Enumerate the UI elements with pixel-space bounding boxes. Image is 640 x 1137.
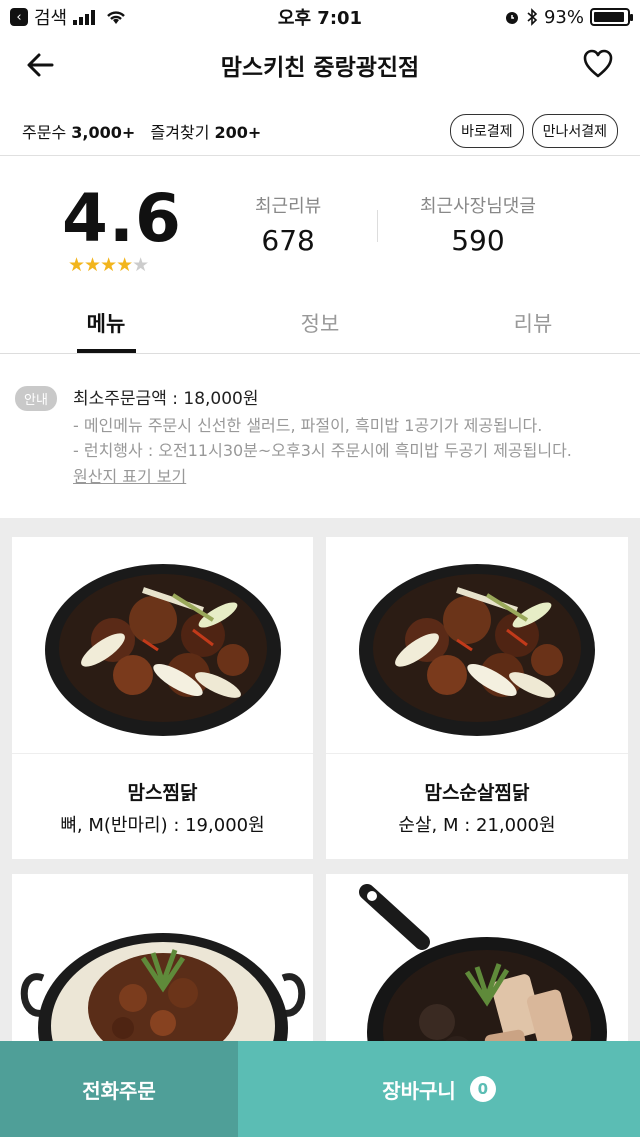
store-notice: 안내 최소주문금액 : 18,000원 - 메인메뉴 주문시 신선한 샐러드, … (0, 370, 640, 518)
rating-stars: ★★★★★ (68, 254, 149, 276)
menu-card[interactable]: 맘스순살찜닭 순살, M : 21,000원 (326, 537, 628, 859)
bottom-action-bar: 전화주문 장바구니 0 (0, 1041, 640, 1137)
pay-tag-on-delivery: 만나서결제 (531, 113, 618, 148)
menu-item-price: 뼈, M(반마리) : 19,000원 (60, 815, 265, 836)
active-tab-indicator (77, 349, 136, 353)
store-title: 맘스키친 중랑광진점 (220, 55, 420, 81)
orders-value: 3,000+ (71, 122, 136, 142)
menu-item-name: 맘스순살찜닭 (424, 782, 530, 804)
back-arrow-icon[interactable] (24, 48, 58, 82)
min-order-text: 최소주문금액 : 18,000원 (73, 389, 259, 409)
bluetooth-icon (527, 8, 538, 26)
back-app-label[interactable]: 검색 (34, 4, 67, 30)
favorite-heart-icon[interactable] (582, 48, 614, 80)
battery-level (594, 12, 624, 22)
battery-icon (590, 8, 633, 26)
notice-line-2: - 런치행사 : 오전11시30분~오후3시 주문시에 흑미밥 두공기 제공됩니… (73, 441, 572, 460)
wifi-icon (107, 11, 125, 24)
phone-order-button[interactable]: 전화주문 (0, 1041, 238, 1137)
favorites-label: 즐겨찾기 (150, 122, 210, 142)
store-stats: 주문수 3,000+ 즐겨찾기 200+ (22, 119, 261, 143)
back-to-app-icon[interactable]: ‹ (10, 8, 28, 26)
notice-badge: 안내 (15, 386, 57, 411)
owner-replies-value: 590 (451, 224, 505, 257)
order-info-row: 주문수 3,000+ 즐겨찾기 200+ 바로결제 만나서결제 (0, 106, 640, 156)
favorites-value: 200+ (214, 122, 262, 142)
recent-reviews-label: 최근리뷰 (255, 196, 322, 217)
tab-menu[interactable]: 메뉴 (87, 308, 126, 338)
notice-line-1: - 메인메뉴 주문시 신선한 샐러드, 파절이, 흑미밥 1공기가 제공됩니다. (73, 416, 543, 435)
recent-reviews-value: 678 (261, 224, 315, 257)
cart-count-badge: 0 (469, 1076, 496, 1102)
recent-reviews-stat: 최근리뷰 678 (255, 192, 321, 257)
owner-replies-stat: 최근사장님댓글 590 (420, 192, 536, 257)
boneless-braised-chicken-photo (326, 537, 628, 754)
pay-tag-instant: 바로결제 (450, 113, 524, 148)
origin-info-link[interactable]: 원산지 표기 보기 (73, 463, 186, 487)
status-bar: ‹ 검색 오후 7:01 93% (0, 0, 640, 34)
tab-reviews[interactable]: 리뷰 (514, 308, 553, 338)
rating-score: 4.6 (62, 180, 182, 257)
alarm-icon (505, 12, 518, 24)
signal-icon (73, 10, 96, 25)
status-left: ‹ 검색 (10, 4, 127, 30)
status-time: 오후 7:01 (277, 8, 363, 29)
menu-card[interactable]: 맘스찜닭 뼈, M(반마리) : 19,000원 (12, 537, 313, 859)
cart-label: 장바구니 (382, 1078, 456, 1103)
store-header: 맘스키친 중랑광진점 (0, 34, 640, 96)
braised-chicken-photo (12, 537, 313, 754)
battery-percent: 93% (543, 6, 584, 28)
orders-label: 주문수 (22, 122, 67, 142)
menu-item-name: 맘스찜닭 (127, 782, 198, 804)
status-right: 93% (504, 6, 633, 28)
stat-divider (377, 210, 378, 242)
rating-summary: 4.6 ★★★★★ 최근리뷰 678 최근사장님댓글 590 (0, 170, 640, 290)
menu-item-price: 순살, M : 21,000원 (398, 815, 556, 836)
cart-button[interactable]: 장바구니 0 (238, 1041, 640, 1137)
tab-info[interactable]: 정보 (301, 308, 340, 338)
payment-tags: 바로결제 만나서결제 (450, 113, 618, 148)
store-tabs: 메뉴 정보 리뷰 (0, 292, 640, 354)
owner-replies-label: 최근사장님댓글 (420, 196, 536, 217)
